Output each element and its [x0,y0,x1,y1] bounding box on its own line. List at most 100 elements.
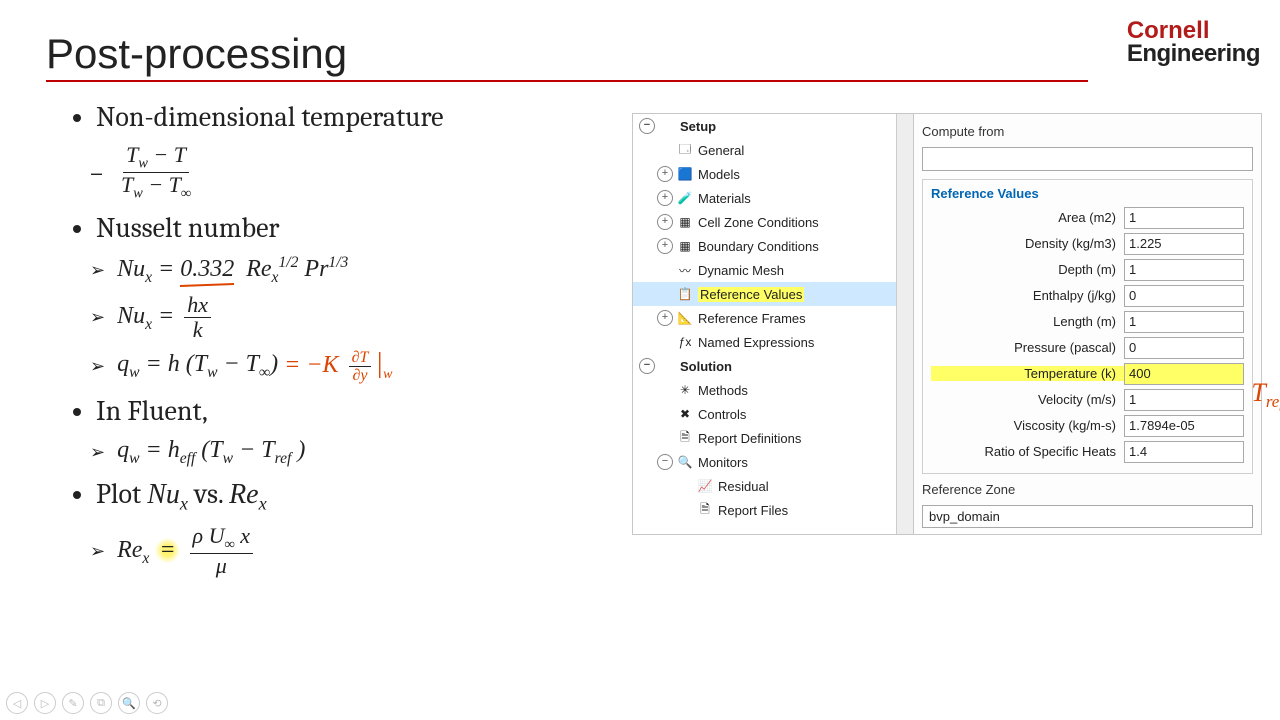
ref-row-value-input[interactable]: 1 [1124,259,1244,281]
compute-from-label: Compute from [922,124,1253,139]
tree-item-label: Models [698,167,740,182]
ref-row-value-input[interactable]: 400 [1124,363,1244,385]
tree-item-named-expressions[interactable]: +ƒxNamed Expressions [633,330,913,354]
tree-item-label: Cell Zone Conditions [698,215,819,230]
eq-qw: qw = h (Tw − T∞) = −K ∂T∂y|w [90,348,610,385]
tree-item-icon: 📐 [677,310,693,326]
tree-item-icon: 🔍 [677,454,693,470]
logo-bottom: Engineering [1127,43,1260,66]
tree-item-monitors[interactable]: −🔍Monitors [633,450,913,474]
ref-row-label: Enthalpy (j/kg) [931,288,1124,303]
ref-row-value-input[interactable]: 0 [1124,285,1244,307]
ref-row-value-input[interactable]: 1 [1124,389,1244,411]
tree-item-label: Setup [680,119,716,134]
tree-item-methods[interactable]: +✳Methods [633,378,913,402]
ref-row-label: Velocity (m/s) [931,392,1124,407]
ref-row-value-input[interactable]: 0 [1124,337,1244,359]
tree-item-label: Named Expressions [698,335,814,350]
tree-item-residual[interactable]: +📈Residual [633,474,913,498]
tree-item-materials[interactable]: +🧪 Materials [633,186,913,210]
tree-item-label: Report Definitions [698,431,801,446]
tree-scrollbar[interactable] [896,114,913,534]
tree-item-reference-frames[interactable]: +📐 Reference Frames [633,306,913,330]
tree-item-label: General [698,143,744,158]
eq-nu1: Nux = 0.332 Rex1/2 Pr1/3 [90,254,610,287]
ref-row-enthalpy-j-kg-: Enthalpy (j/kg)0 [931,283,1244,309]
expand-toggle[interactable]: + [657,214,673,230]
reference-values-group: Reference Values Area (m2)1Density (kg/m… [922,179,1253,474]
ref-row-velocity-m-s-: Velocity (m/s)1 [931,387,1244,413]
ref-row-label: Length (m) [931,314,1124,329]
footer-control-3[interactable]: ⧉ [90,692,112,714]
footer-control-2[interactable]: ✎ [62,692,84,714]
tree-item-icon: 📈 [697,478,713,494]
footer-control-0[interactable]: ◁ [6,692,28,714]
ref-row-label: Ratio of Specific Heats [931,444,1124,459]
ref-row-depth-m-: Depth (m)1 [931,257,1244,283]
ref-row-value-input[interactable]: 1 [1124,311,1244,333]
ref-row-pressure-pascal-: Pressure (pascal)0 [931,335,1244,361]
footer-control-5[interactable]: ⟲ [146,692,168,714]
ref-row-value-input[interactable]: 1.225 [1124,233,1244,255]
expand-toggle[interactable]: + [657,166,673,182]
tree-item-dynamic-mesh[interactable]: +〰Dynamic Mesh [633,258,913,282]
reference-zone-label: Reference Zone [922,482,1253,497]
expand-toggle[interactable]: + [657,310,673,326]
tree-item-label: Solution [680,359,732,374]
tree-item-models[interactable]: +🟦Models [633,162,913,186]
expand-toggle[interactable]: + [657,190,673,206]
expand-toggle[interactable]: − [639,358,655,374]
tree-item-icon: ✖ [677,406,693,422]
compute-from-combo[interactable] [922,147,1253,171]
tree-item-icon: ƒx [677,334,693,350]
tree-item-icon: 🧪 [677,190,693,206]
tree-item-icon: 🗔 [677,142,693,158]
qw-annotation: = −K ∂T∂y|w [284,348,392,385]
tree-item-boundary-conditions[interactable]: +▦Boundary Conditions [633,234,913,258]
ref-row-label: Area (m2) [931,210,1124,225]
expand-toggle[interactable]: + [657,238,673,254]
tree-item-icon: ✳ [677,382,693,398]
ref-row-label: Temperature (k) [931,366,1124,381]
ref-row-area-m2-: Area (m2)1 [931,205,1244,231]
tree-item-label: Methods [698,383,748,398]
slideshow-controls: ◁ ▷ ✎ ⧉ 🔍 ⟲ [6,692,168,714]
ref-row-value-input[interactable]: 1.7894e-05 [1124,415,1244,437]
ref-row-viscosity-kg-m-s-: Viscosity (kg/m-s)1.7894e-05 [931,413,1244,439]
footer-control-4[interactable]: 🔍 [118,692,140,714]
ref-row-length-m-: Length (m)1 [931,309,1244,335]
ref-row-density-kg-m3-: Density (kg/m3)1.225 [931,231,1244,257]
ref-row-value-input[interactable]: 1.4 [1124,441,1244,463]
tree-item-reference-values[interactable]: +📋Reference Values [633,282,913,306]
tree-item-label: Reference Frames [698,311,806,326]
tree-item-solution[interactable]: − Solution [633,354,913,378]
tree-item-icon: 〰 [677,262,693,278]
reference-zone-combo[interactable]: bvp_domain [922,505,1253,529]
reference-values-title: Reference Values [931,186,1244,201]
cursor-highlight: = [155,537,179,564]
expand-toggle[interactable]: − [639,118,655,134]
bullet-fluent: In Fluent, [96,395,610,427]
footer-control-1[interactable]: ▷ [34,692,56,714]
slide-content: Non-dimensional temperature Tw − T Tw − … [70,95,610,589]
tree-item-icon [659,118,675,134]
ref-row-label: Depth (m) [931,262,1124,277]
cornell-logo: Cornell Engineering [1127,20,1260,66]
reference-values-panel: Compute from Reference Values Area (m2)1… [914,114,1261,534]
outline-tree[interactable]: −Setup+🗔General+🟦Models+🧪Materials+▦Cell… [633,114,914,534]
tree-item-icon: 🗎 [677,430,693,446]
tree-item-report-files[interactable]: +🗎Report Files [633,498,913,522]
bullet-nondim: Non-dimensional temperature [96,101,610,133]
ref-row-value-input[interactable]: 1 [1124,207,1244,229]
tref-annotation: Tref [1251,378,1280,412]
tree-item-report-definitions[interactable]: +🗎Report Definitions [633,426,913,450]
tree-item-label: Materials [698,191,751,206]
tree-item-cell-zone-conditions[interactable]: +▦Cell Zone Conditions [633,210,913,234]
tree-item-setup[interactable]: − Setup [633,114,913,138]
tree-item-icon: ▦ [677,238,693,254]
tree-item-controls[interactable]: +✖Controls [633,402,913,426]
expand-toggle[interactable]: − [657,454,673,470]
tree-item-label: Dynamic Mesh [698,263,784,278]
tree-item-general[interactable]: +🗔General [633,138,913,162]
eq-qw-fluent: qw = heff (Tw − Tref ) [90,437,610,468]
